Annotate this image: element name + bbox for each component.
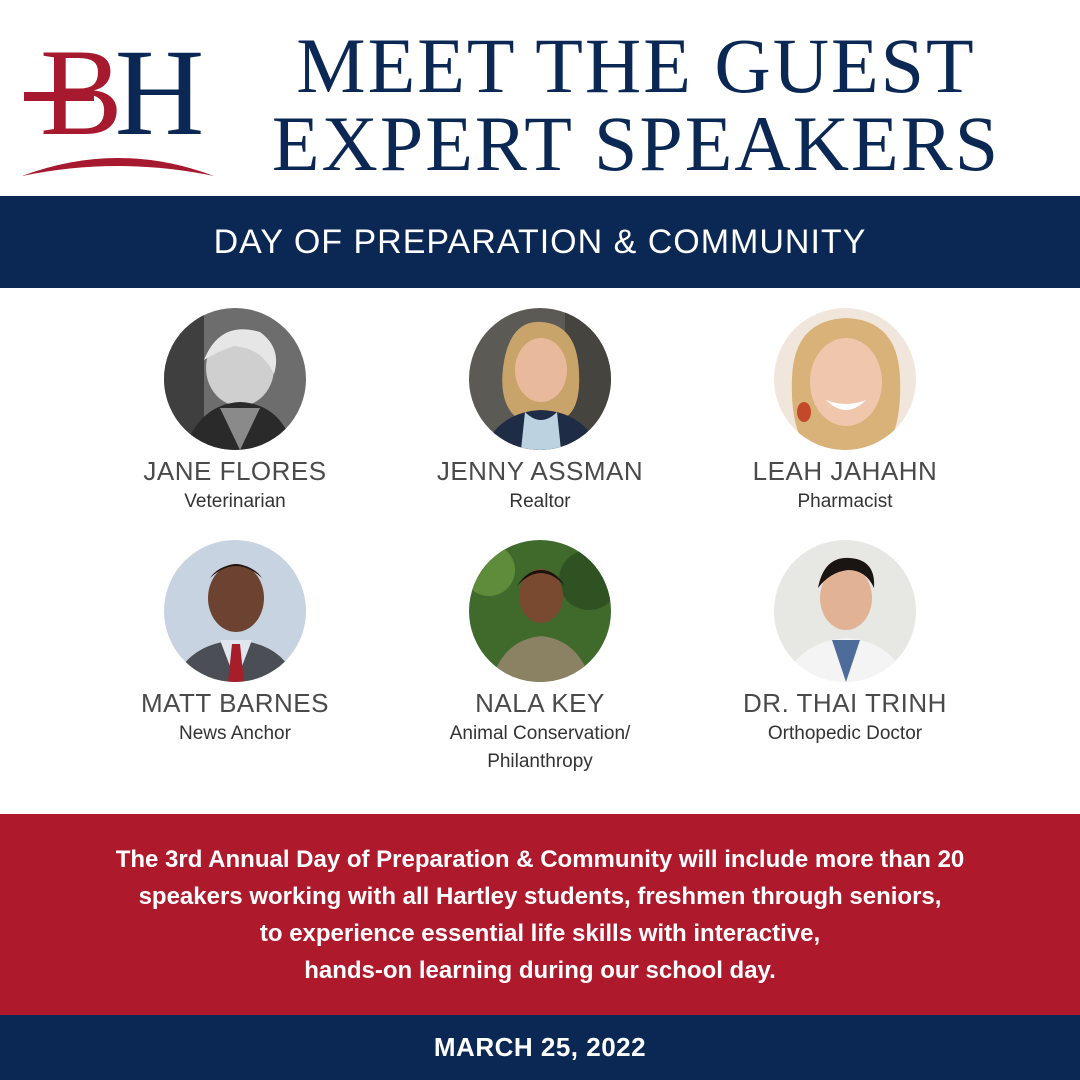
speaker-photo [164,308,306,450]
header: BH MEET THE GUEST EXPERT SPEAKERS [0,0,1080,196]
speaker-role: Pharmacist [797,491,893,512]
speaker-card-matt-barnes: MATT BARNES News Anchor [85,540,385,748]
page-title-line-1: MEET THE GUEST [296,22,976,109]
event-description: The 3rd Annual Day of Preparation & Comm… [20,841,1060,989]
speaker-card-nala-key: NALA KEY Animal Conservation/ Philanthro… [390,540,690,776]
speaker-role: Orthopedic Doctor [767,723,923,744]
speaker-role-line-2: Philanthropy [487,751,593,772]
speaker-name: DR. THAI TRINH [743,688,947,718]
page-title-line-2: EXPERT SPEAKERS [271,100,1001,187]
speaker-role: News Anchor [179,723,291,744]
description-line: speakers working with all Hartley studen… [138,882,942,910]
speaker-name: JENNY ASSMAN [436,456,644,486]
description-line: to experience essential life skills with… [259,919,821,947]
event-date: MARCH 25, 2022 [0,1015,1080,1080]
speaker-card-leah-jahahn: LEAH JAHAHN Pharmacist [695,308,995,516]
speaker-name: JANE FLORES [143,456,327,486]
description-line: hands-on learning during our school day. [304,956,776,984]
speaker-photo [164,540,306,682]
speaker-photo [774,540,916,682]
event-banner: DAY OF PREPARATION & COMMUNITY [0,196,1080,288]
speaker-photo [469,308,611,450]
speaker-photo [469,540,611,682]
speaker-card-jenny-assman: JENNY ASSMAN Realtor [390,308,690,516]
speaker-card-jane-flores: JANE FLORES Veterinarian [85,308,385,516]
speaker-card-thai-trinh: DR. THAI TRINH Orthopedic Doctor [695,540,995,748]
speaker-role: Realtor [509,491,571,512]
speaker-name: NALA KEY [475,688,605,718]
description-line: The 3rd Annual Day of Preparation & Comm… [115,845,965,873]
logo-swoosh-icon [22,158,214,176]
school-logo: BH [22,28,214,180]
speaker-name: MATT BARNES [140,688,329,718]
speaker-role: Veterinarian [184,491,286,512]
event-description-panel: The 3rd Annual Day of Preparation & Comm… [0,814,1080,1015]
speaker-photo [774,308,916,450]
speaker-name: LEAH JAHAHN [752,456,938,486]
speaker-role: Animal Conservation/ [449,723,631,744]
